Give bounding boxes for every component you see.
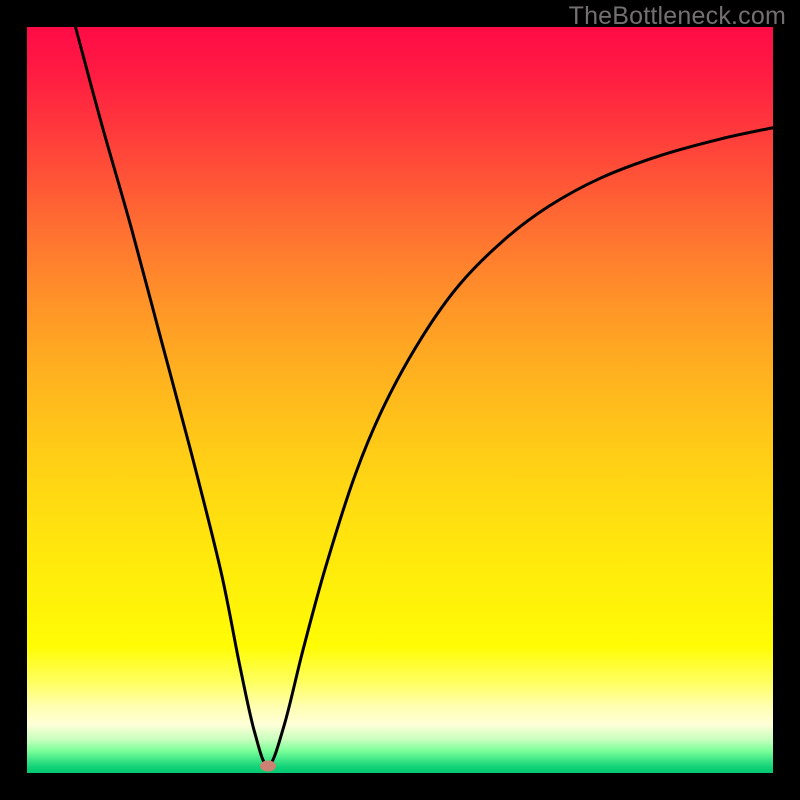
bottleneck-curve-svg xyxy=(27,27,773,773)
optimal-point-marker xyxy=(260,760,276,771)
bottleneck-curve-path xyxy=(75,27,773,766)
chart-frame xyxy=(27,27,773,773)
